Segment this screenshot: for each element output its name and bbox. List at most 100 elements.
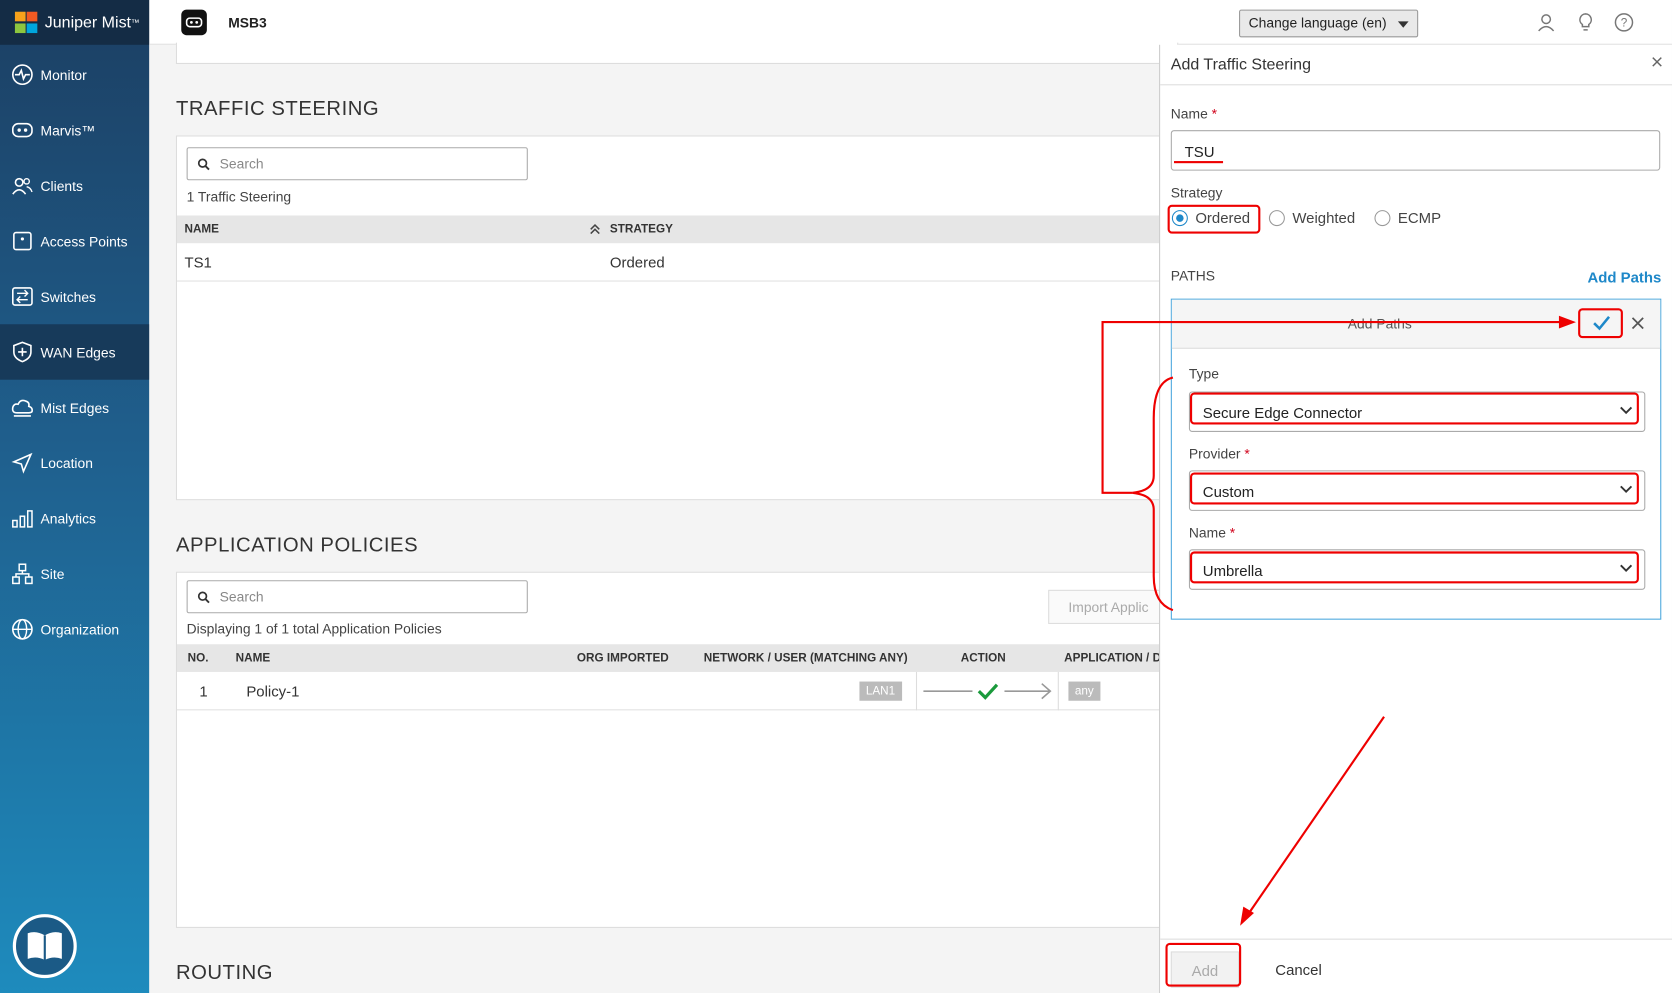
add-paths-title: Add Paths (1347, 315, 1412, 332)
sidebar-item-label: Marvis™ (40, 122, 96, 139)
add-button[interactable]: Add (1170, 951, 1240, 988)
site-device-icon (181, 9, 207, 36)
type-select[interactable]: Secure Edge Connector (1188, 391, 1646, 432)
chevron-down-icon (1620, 485, 1633, 494)
type-select-value: Secure Edge Connector (1202, 404, 1363, 422)
analytics-icon (12, 510, 33, 528)
application-policies-title: APPLICATION POLICIES (175, 534, 419, 557)
drawer-footer: Add Cancel (1160, 938, 1672, 993)
sidebar-item-clients[interactable]: Clients (0, 158, 149, 213)
path-name-select-value: Umbrella (1202, 562, 1263, 580)
path-name-select[interactable]: Umbrella (1188, 549, 1646, 590)
sidebar-item-mist-edges[interactable]: Mist Edges (0, 380, 149, 435)
provider-select-value: Custom (1202, 483, 1255, 501)
checkmark-icon[interactable] (1592, 315, 1611, 332)
application-policies-search-input[interactable]: Search (186, 580, 528, 614)
sidebar-item-analytics[interactable]: Analytics (0, 491, 149, 546)
logo-trademark: ™ (131, 17, 140, 28)
svg-text:?: ? (1621, 17, 1628, 30)
clients-icon (12, 177, 33, 195)
column-header-network-user[interactable]: NETWORK / USER (MATCHING ANY) (704, 652, 908, 665)
type-label: Type (1188, 365, 1219, 382)
search-icon (197, 591, 210, 604)
sidebar-item-wan-edges[interactable]: WAN Edges (0, 324, 150, 380)
cancel-button[interactable]: Cancel (1275, 961, 1321, 978)
allow-action-arrow-icon (923, 683, 1052, 700)
table-row[interactable]: 1 Policy-1 LAN1 any (177, 671, 1180, 711)
previous-section-panel (175, 42, 1179, 64)
provider-select[interactable]: Custom (1188, 470, 1646, 511)
sidebar-item-label: Analytics (40, 510, 97, 527)
radio-label: Ordered (1195, 209, 1251, 227)
table-row[interactable]: TS1 Ordered (177, 243, 1180, 282)
documentation-book-icon[interactable] (12, 914, 77, 979)
provider-label: Provider * (1189, 446, 1250, 462)
column-header-strategy[interactable]: STRATEGY (610, 223, 673, 236)
application-tag: any (1068, 681, 1101, 701)
column-header-application[interactable]: APPLICATION / D (1064, 652, 1161, 665)
access-point-icon (13, 231, 32, 251)
radio-unselected-icon (1268, 209, 1285, 226)
traffic-steering-table-header: NAME STRATEGY (177, 215, 1180, 244)
column-header-org-imported[interactable]: ORG IMPORTED (577, 652, 669, 665)
traffic-steering-title: TRAFFIC STEERING (175, 98, 380, 121)
application-policies-panel: Search Import Applic Displaying 1 of 1 t… (175, 571, 1198, 928)
sidebar-item-label: Switches (40, 288, 97, 305)
sidebar-item-location[interactable]: Location (0, 435, 149, 490)
radio-selected-icon (1171, 209, 1188, 226)
name-label-text: Name (1170, 105, 1208, 122)
site-name[interactable]: MSB3 (228, 15, 267, 31)
sidebar-item-site[interactable]: Site (0, 546, 149, 601)
sidebar-item-access-points[interactable]: Access Points (0, 213, 149, 268)
radio-label: ECMP (1397, 209, 1442, 227)
column-header-name[interactable]: NAME (236, 652, 271, 665)
monitor-icon (11, 64, 33, 86)
change-language-dropdown[interactable]: Change language (en) (1239, 9, 1419, 38)
add-paths-header: Add Paths (1171, 299, 1661, 349)
sidebar: Juniper Mist ™ Monitor Marvis™ Clients Acces… (0, 0, 150, 993)
sidebar-item-organization[interactable]: Organization (0, 602, 149, 657)
chevron-down-icon (1620, 406, 1633, 415)
path-name-label: Name * (1189, 525, 1235, 541)
sidebar-item-label: Clients (40, 177, 83, 194)
strategy-label: Strategy (1170, 184, 1223, 201)
user-icon[interactable] (1535, 12, 1556, 33)
drawer-title: Add Traffic Steering (1170, 55, 1311, 74)
close-icon[interactable] (1652, 57, 1663, 68)
name-input[interactable]: TSU (1170, 130, 1661, 171)
sidebar-item-marvis[interactable]: Marvis™ (0, 102, 149, 157)
main-content: TRAFFIC STEERING Search 1 Traffic Steeri… (149, 42, 1198, 993)
column-header-action[interactable]: ACTION (961, 652, 1006, 665)
sidebar-item-label: WAN Edges (40, 343, 116, 360)
strategy-radio-weighted[interactable]: Weighted (1268, 209, 1355, 226)
radio-unselected-icon (1374, 209, 1391, 226)
required-asterisk: * (1211, 105, 1218, 122)
globe-icon (11, 618, 33, 640)
provider-label-text: Provider (1188, 445, 1241, 462)
strategy-radio-ecmp[interactable]: ECMP (1374, 209, 1441, 226)
logo[interactable]: Juniper Mist ™ (0, 0, 150, 45)
logo-text: Juniper Mist (44, 13, 132, 32)
column-header-name[interactable]: NAME (184, 223, 219, 236)
strategy-radio-ordered[interactable]: Ordered (1171, 209, 1251, 227)
traffic-steering-search-input[interactable]: Search (186, 147, 528, 181)
sidebar-item-label: Location (40, 454, 93, 471)
add-paths-link[interactable]: Add Paths (1587, 269, 1661, 286)
marvis-icon (11, 122, 33, 138)
help-icon[interactable]: ? (1613, 12, 1634, 33)
sidebar-item-switches[interactable]: Switches (0, 269, 149, 324)
column-header-no[interactable]: NO. (188, 652, 209, 665)
application-policies-count: Displaying 1 of 1 total Application Poli… (186, 620, 442, 637)
wan-edge-icon (13, 341, 32, 363)
column-divider (915, 671, 918, 711)
close-icon[interactable] (1631, 317, 1644, 330)
sidebar-item-label: Access Points (40, 233, 128, 250)
sidebar-item-monitor[interactable]: Monitor (0, 47, 149, 102)
traffic-steering-count: 1 Traffic Steering (186, 188, 292, 205)
name-input-value: TSU (1184, 142, 1215, 160)
path-name-label-text: Name (1188, 524, 1226, 541)
sort-ascending-icon[interactable] (590, 223, 601, 235)
cloud-icon (11, 399, 33, 417)
chevron-down-icon (1620, 564, 1633, 572)
lightbulb-icon[interactable] (1575, 12, 1596, 33)
